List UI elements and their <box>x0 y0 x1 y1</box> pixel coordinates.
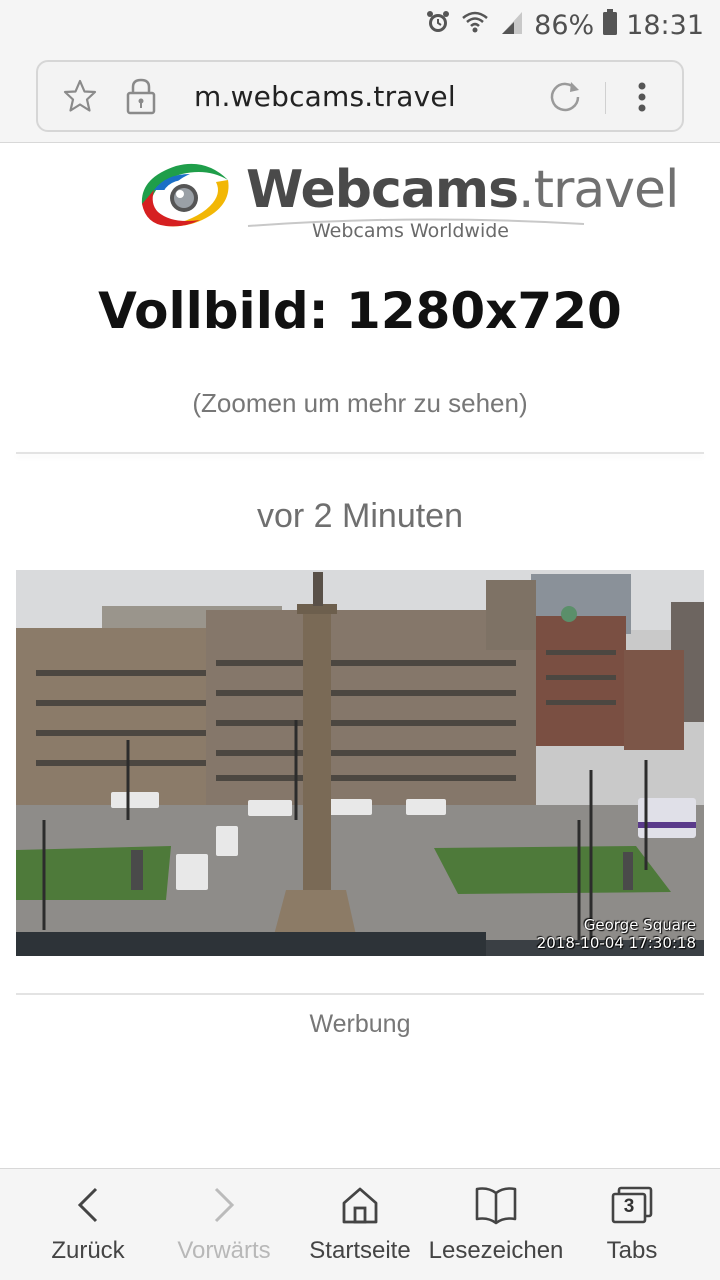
home-label: Startseite <box>309 1237 411 1264</box>
back-arrow-icon <box>68 1185 108 1225</box>
tagline: Webcams Worldwide <box>312 220 509 242</box>
bookmarks-book-icon <box>474 1185 518 1225</box>
reload-icon[interactable] <box>546 78 584 121</box>
forward-button[interactable]: Vorwärts <box>176 1169 272 1280</box>
browser-toolbar: m.webcams.travel <box>0 50 720 143</box>
alarm-icon <box>424 8 452 43</box>
status-bar: 86% 18:31 <box>0 0 720 50</box>
toolbar-divider <box>605 82 606 114</box>
bottom-navigation: Zurück Vorwärts Startseite Lesezeichen 3… <box>0 1168 720 1280</box>
webcam-timestamp: 2018-10-04 17:30:18 <box>536 934 696 952</box>
divider <box>16 452 704 454</box>
url-text[interactable]: m.webcams.travel <box>194 80 456 113</box>
lock-icon[interactable] <box>124 76 158 121</box>
signal-icon <box>498 8 526 43</box>
webcam-location: George Square <box>583 916 696 934</box>
tabs-button[interactable]: 3 Tabs <box>544 1169 720 1280</box>
home-icon <box>340 1185 380 1225</box>
back-label: Zurück <box>51 1237 125 1264</box>
webcam-overlay: George Square 2018-10-04 17:30:18 <box>537 916 696 952</box>
more-menu-icon[interactable] <box>634 78 650 121</box>
back-button[interactable]: Zurück <box>0 1169 176 1280</box>
zoom-hint: (Zoomen um mehr zu sehen) <box>192 388 528 418</box>
divider <box>16 993 704 995</box>
wifi-icon <box>460 8 490 43</box>
tab-count: 3 <box>623 1196 635 1217</box>
home-button[interactable]: Startseite <box>272 1169 448 1280</box>
image-age: vor 2 Minuten <box>257 497 463 535</box>
brand-bold: Webcams <box>246 160 519 220</box>
bookmarks-button[interactable]: Lesezeichen <box>429 1169 563 1280</box>
battery-percent: 86% <box>534 9 595 41</box>
eye-logo-icon <box>136 160 232 237</box>
address-bar[interactable]: m.webcams.travel <box>36 60 684 132</box>
brand-light: .travel <box>518 160 679 220</box>
page-title: Vollbild: 1280x720 <box>98 282 622 340</box>
forward-arrow-icon <box>204 1185 244 1225</box>
webcam-image[interactable]: George Square 2018-10-04 17:30:18 <box>16 570 704 956</box>
tabs-label: Tabs <box>606 1237 658 1264</box>
forward-label: Vorwärts <box>177 1237 271 1264</box>
webcam-scene <box>16 570 704 956</box>
site-logo[interactable]: Webcams.travel Webcams Worldwide <box>136 158 679 248</box>
clock: 18:31 <box>626 9 704 41</box>
ad-label: Werbung <box>309 1010 411 1038</box>
bookmark-star-icon[interactable] <box>62 78 98 119</box>
brand-name: Webcams.travel <box>246 160 679 220</box>
battery-icon <box>602 8 618 43</box>
tabs-icon: 3 <box>610 1185 654 1225</box>
